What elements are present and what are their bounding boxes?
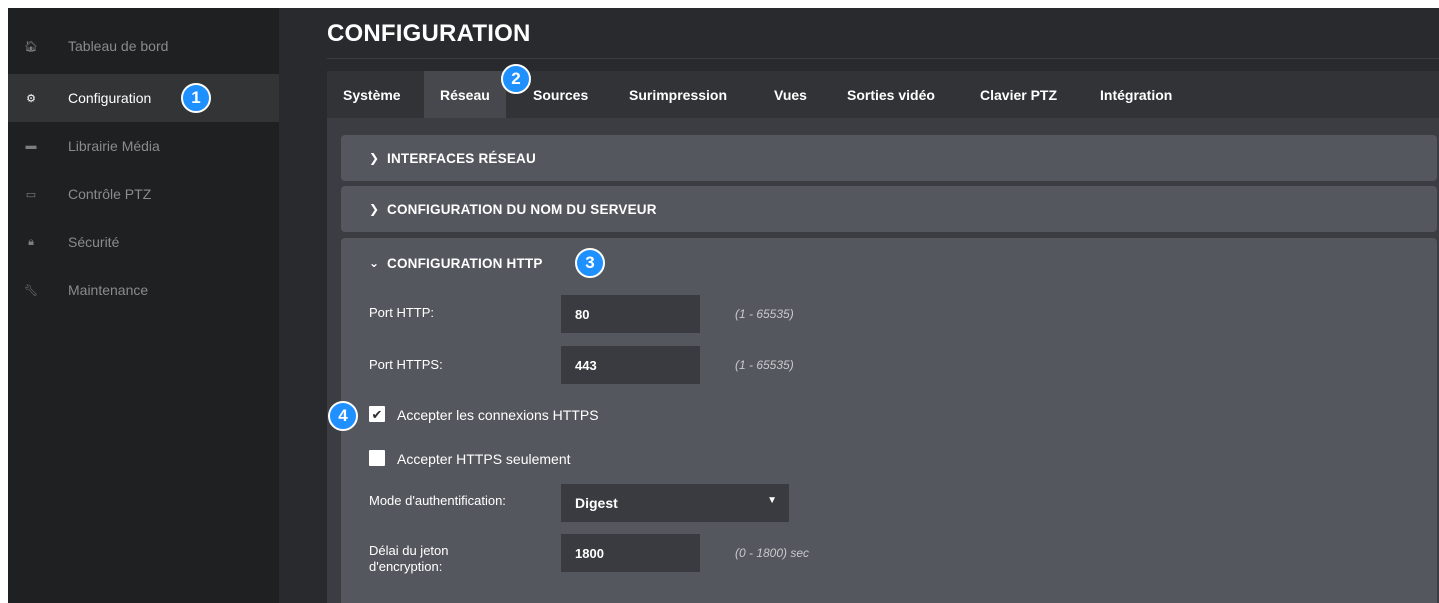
camera-icon: ▭ (25, 188, 37, 201)
tab-video-outputs[interactable]: Sorties vidéo (847, 71, 935, 118)
accept-https-checkbox[interactable]: ✔ (369, 406, 385, 422)
panel-title: CONFIGURATION DU NOM DU SERVEUR (387, 201, 657, 217)
chevron-right-icon: ❯ (369, 151, 380, 165)
annotation-badge-2: 2 (501, 64, 531, 94)
http-port-input[interactable]: 80 (561, 295, 700, 333)
chevron-down-icon: ⌄ (369, 256, 380, 270)
https-only-checkbox[interactable] (369, 450, 385, 466)
token-delay-label-line1: Délai du jeton (369, 543, 449, 558)
annotation-badge-4: 4 (328, 401, 358, 431)
page-title: CONFIGURATION (327, 20, 531, 47)
http-port-hint: (1 - 65535) (735, 307, 794, 321)
sidebar-item-security[interactable]: 🔒︎ Sécurité (8, 218, 279, 266)
sidebar-item-dashboard[interactable]: 🏠︎ Tableau de bord (8, 22, 279, 70)
sidebar-item-media-library[interactable]: ▬ Librairie Média (8, 122, 279, 170)
chevron-down-icon: ▼ (767, 495, 777, 506)
panel-network-interfaces: ❯ INTERFACES RÉSEAU (341, 135, 1437, 181)
sidebar-item-maintenance[interactable]: 🔧︎ Maintenance (8, 266, 279, 314)
auth-mode-select[interactable]: Digest ▼ (561, 484, 789, 522)
panel-header-server-name[interactable]: ❯ CONFIGURATION DU NOM DU SERVEUR (369, 186, 657, 232)
sidebar-item-ptz-control[interactable]: ▭ Contrôle PTZ (8, 170, 279, 218)
folder-icon: ▬ (25, 140, 37, 152)
panel-server-name: ❯ CONFIGURATION DU NOM DU SERVEUR (341, 186, 1437, 232)
sidebar: 🏠︎ Tableau de bord ⚙ Configuration ▬ Lib… (8, 8, 279, 603)
tab-views[interactable]: Vues (774, 71, 807, 118)
panel-title: CONFIGURATION HTTP (387, 255, 543, 271)
sidebar-item-configuration[interactable]: ⚙ Configuration (8, 74, 279, 122)
https-port-input[interactable]: 443 (561, 346, 700, 384)
app-window: 🏠︎ Tableau de bord ⚙ Configuration ▬ Lib… (8, 8, 1439, 603)
tab-network[interactable]: Réseau (424, 71, 506, 118)
title-divider (327, 58, 1439, 59)
lock-icon: 🔒︎ (28, 235, 34, 248)
token-delay-label-line2: d'encryption: (369, 559, 443, 574)
annotation-badge-1: 1 (181, 83, 211, 113)
auth-mode-label: Mode d'authentification: (369, 493, 506, 508)
accept-https-label: Accepter les connexions HTTPS (397, 407, 599, 423)
content-area: ❯ INTERFACES RÉSEAU ❯ CONFIGURATION DU N… (327, 118, 1439, 603)
tab-system[interactable]: Système (343, 71, 401, 118)
panel-header-network-interfaces[interactable]: ❯ INTERFACES RÉSEAU (369, 135, 536, 181)
chevron-right-icon: ❯ (369, 202, 380, 216)
tab-overlay[interactable]: Surimpression (629, 71, 727, 118)
home-icon: 🏠︎ (24, 40, 38, 53)
http-port-label: Port HTTP: (369, 305, 435, 320)
panel-header-http-config[interactable]: ⌄ CONFIGURATION HTTP (369, 238, 543, 288)
auth-mode-value: Digest (575, 495, 618, 511)
sidebar-item-label: Librairie Média (68, 138, 160, 154)
tab-ptz-keyboard[interactable]: Clavier PTZ (980, 71, 1057, 118)
panel-title: INTERFACES RÉSEAU (387, 150, 536, 166)
https-port-label: Port HTTPS: (369, 357, 443, 372)
tab-bar: Système Réseau Sources Surimpression Vue… (327, 71, 1439, 118)
main-area: CONFIGURATION Système Réseau Sources Sur… (279, 8, 1439, 603)
sidebar-item-label: Maintenance (68, 282, 149, 298)
token-delay-hint: (0 - 1800) sec (735, 546, 810, 560)
tab-sources[interactable]: Sources (533, 71, 588, 118)
token-delay-input[interactable]: 1800 (561, 534, 700, 572)
wrench-icon: 🔧︎ (24, 284, 38, 297)
sidebar-item-label: Sécurité (68, 234, 120, 250)
checkmark-icon: ✔ (371, 406, 383, 422)
sidebar-item-label: Tableau de bord (68, 38, 169, 54)
gear-icon: ⚙ (26, 92, 36, 105)
sidebar-item-label: Contrôle PTZ (68, 186, 152, 202)
https-port-hint: (1 - 65535) (735, 358, 794, 372)
tab-integration[interactable]: Intégration (1100, 71, 1172, 118)
annotation-badge-3: 3 (575, 248, 605, 278)
panel-http-config: ⌄ CONFIGURATION HTTP Port HTTP: 80 (1 - … (341, 238, 1437, 603)
sidebar-item-label: Configuration (68, 90, 152, 106)
https-only-label: Accepter HTTPS seulement (397, 451, 571, 467)
